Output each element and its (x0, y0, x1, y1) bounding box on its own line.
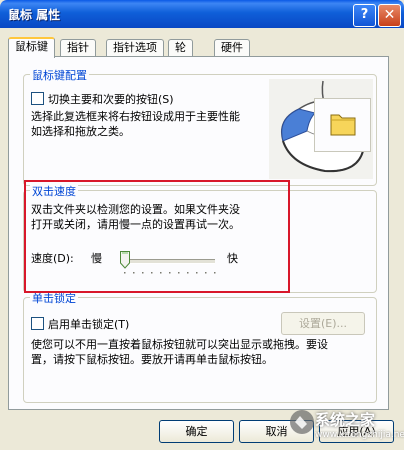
click-lock-settings-button[interactable]: 设置(E)... (281, 312, 365, 335)
click-lock-checkbox[interactable] (31, 317, 44, 330)
test-folder-area[interactable] (314, 98, 371, 152)
title-bar: 鼠标 属性 ? ✕ (0, 0, 404, 28)
click-lock-description-line1: 使您可以不用一直按着鼠标按钮就可以突出显示或拖拽。要设 (31, 338, 328, 351)
folder-icon (330, 114, 356, 136)
highlight-box (24, 180, 290, 293)
tab-pointer-options[interactable]: 指针选项 (106, 39, 164, 56)
click-lock-label[interactable]: 启用单击锁定(T) (48, 316, 129, 332)
swap-description-line1: 选择此复选框来将右按钮设成用于主要性能 (31, 110, 240, 123)
close-button[interactable]: ✕ (378, 4, 401, 27)
watermark-subtext: www.xitongzhijia.net (315, 430, 404, 440)
click-lock-description-line2: 置，请按下鼠标按钮。要放开请再单击鼠标按钮。 (31, 353, 273, 366)
tab-buttons[interactable]: 鼠标键 (8, 37, 55, 58)
swap-buttons-checkbox[interactable] (31, 92, 44, 105)
help-button[interactable]: ? (353, 4, 376, 27)
button-config-legend: 鼠标键配置 (30, 67, 89, 83)
tab-pointers[interactable]: 指针 (60, 39, 96, 56)
tab-wheel[interactable]: 轮 (168, 39, 193, 56)
swap-buttons-label[interactable]: 切换主要和次要的按钮(S) (48, 91, 174, 107)
tab-hardware[interactable]: 硬件 (214, 39, 250, 56)
swap-description-line2: 如选择和拖放之类。 (31, 125, 130, 138)
watermark-text: 系统之家 (315, 411, 376, 429)
ok-button[interactable]: 确定 (159, 420, 234, 443)
window-title: 鼠标 属性 (8, 8, 61, 22)
